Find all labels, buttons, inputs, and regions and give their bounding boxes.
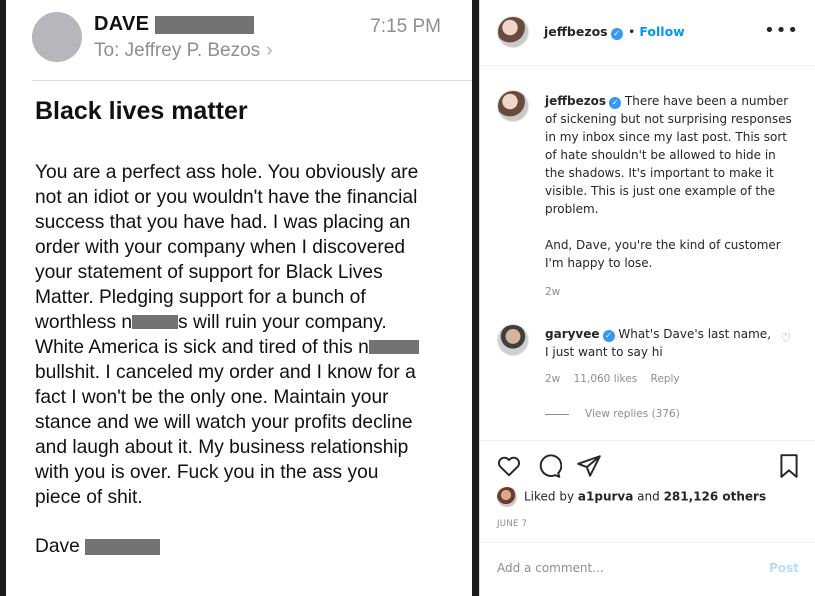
caption-paragraph: And, Dave, you're the kind of customer I… <box>545 238 781 270</box>
liked-by-user[interactable]: a1purva <box>578 490 633 504</box>
avatar[interactable] <box>497 90 529 122</box>
caption-username[interactable]: jeffbezos <box>545 94 606 108</box>
verified-badge-icon: ✓ <box>609 97 622 109</box>
avatar[interactable] <box>497 487 517 507</box>
replies-divider-line <box>545 413 569 415</box>
avatar[interactable] <box>497 16 529 48</box>
to-label: To: <box>94 40 120 61</box>
caption-age: 2w <box>545 286 561 298</box>
heart-icon[interactable] <box>496 453 522 479</box>
body-line: and laugh about it. My business relation… <box>35 437 409 458</box>
liked-by-and: and <box>637 489 660 504</box>
follow-wrap: • Follow <box>624 24 685 39</box>
body-line: White America is sick and tired of this … <box>35 335 445 360</box>
email-screenshot: DAVE To: Jeffrey P. Bezos › 7:15 PM Black… <box>6 0 472 596</box>
email-subject: Black lives matter <box>35 97 248 125</box>
recipient-name: Jeffrey P. Bezos <box>124 40 261 61</box>
post-button[interactable]: Post <box>769 561 799 575</box>
more-options-icon[interactable]: ••• <box>764 20 799 41</box>
comment-likes[interactable]: 11,060 likes <box>574 373 638 385</box>
share-icon[interactable] <box>576 453 602 479</box>
sender-avatar <box>32 12 82 62</box>
body-line: Matter. Pledging support for a bunch of <box>35 287 366 308</box>
email-body: You are a perfect ass hole. You obviousl… <box>35 160 445 510</box>
body-line: stance and we will watch your profits de… <box>35 412 413 433</box>
like-heart-icon[interactable]: ♡ <box>780 331 791 345</box>
instagram-post-panel: jeffbezos ✓ • Follow ••• jeffbezos ✓ There … <box>479 0 815 596</box>
body-line: fact I won't be the only one. Maintain y… <box>35 387 389 408</box>
caption-text: jeffbezos ✓ There have been a number of s… <box>545 92 795 272</box>
post-header: jeffbezos ✓ • Follow ••• <box>480 0 815 66</box>
comment-icon[interactable] <box>536 453 562 479</box>
view-replies-button[interactable]: View replies (376) <box>545 408 680 420</box>
body-segment: White America is sick and tired of this … <box>35 337 369 358</box>
comment-text: garyvee ✓ What's Dave's last name, I just… <box>545 325 775 361</box>
comment-username[interactable]: garyvee <box>545 327 600 341</box>
add-comment-bar: Add a comment... Post <box>480 542 815 596</box>
recipient-line[interactable]: To: Jeffrey P. Bezos › <box>94 40 273 62</box>
body-line: not an idiot or you wouldn't have the fi… <box>35 187 418 208</box>
post-author-username[interactable]: jeffbezos ✓ <box>544 24 623 40</box>
redaction-bar <box>132 315 179 329</box>
body-line: worthless n s will ruin your company. <box>35 310 445 335</box>
redaction-bar <box>368 340 419 354</box>
body-line: order with your company when I discovere… <box>35 237 406 258</box>
comment-input[interactable]: Add a comment... <box>497 561 604 575</box>
email-signature: Dave <box>35 536 80 557</box>
body-segment: worthless n <box>35 312 133 333</box>
body-line: You are a perfect ass hole. You obviousl… <box>35 162 419 183</box>
liked-by-count[interactable]: 281,126 others <box>664 490 767 504</box>
header-divider <box>32 80 472 81</box>
redaction-bar <box>85 539 160 555</box>
dot-separator: • <box>628 24 636 39</box>
post-date[interactable]: JUNE 7 <box>497 519 527 529</box>
body-line: with you is over. Fuck you in the ass yo… <box>35 462 379 483</box>
body-line: bullshit. I canceled my order and I know… <box>35 362 416 383</box>
view-replies-label: View replies (376) <box>585 408 680 420</box>
liked-by-row: Liked by a1purva and 281,126 others <box>497 487 766 507</box>
comment-age: 2w <box>545 373 561 385</box>
bookmark-icon[interactable] <box>776 453 802 479</box>
sender-name: DAVE <box>94 13 150 35</box>
email-time: 7:15 PM <box>370 16 441 37</box>
chevron-right-icon: › <box>266 40 273 61</box>
body-line: success that you have had. I was placing… <box>35 212 411 233</box>
caption-paragraph: There have been a number of sickening bu… <box>545 94 792 216</box>
body-segment: s will ruin your company. <box>178 312 387 333</box>
comment-meta: 2w 11,060 likes Reply <box>545 373 690 385</box>
comment-item: garyvee ✓ What's Dave's last name, I just… <box>497 324 797 424</box>
verified-badge-icon: ✓ <box>610 28 623 40</box>
liked-by-prefix: Liked by <box>524 489 575 504</box>
avatar[interactable] <box>497 324 529 356</box>
body-line: your statement of support for Black Live… <box>35 262 383 283</box>
follow-button[interactable]: Follow <box>639 24 684 39</box>
redaction-bar <box>155 16 254 34</box>
email-header: DAVE To: Jeffrey P. Bezos › 7:15 PM <box>6 0 472 82</box>
username-label: jeffbezos <box>544 24 608 39</box>
reply-button[interactable]: Reply <box>651 373 680 385</box>
verified-badge-icon: ✓ <box>602 330 615 342</box>
body-line: piece of shit. <box>35 487 143 508</box>
